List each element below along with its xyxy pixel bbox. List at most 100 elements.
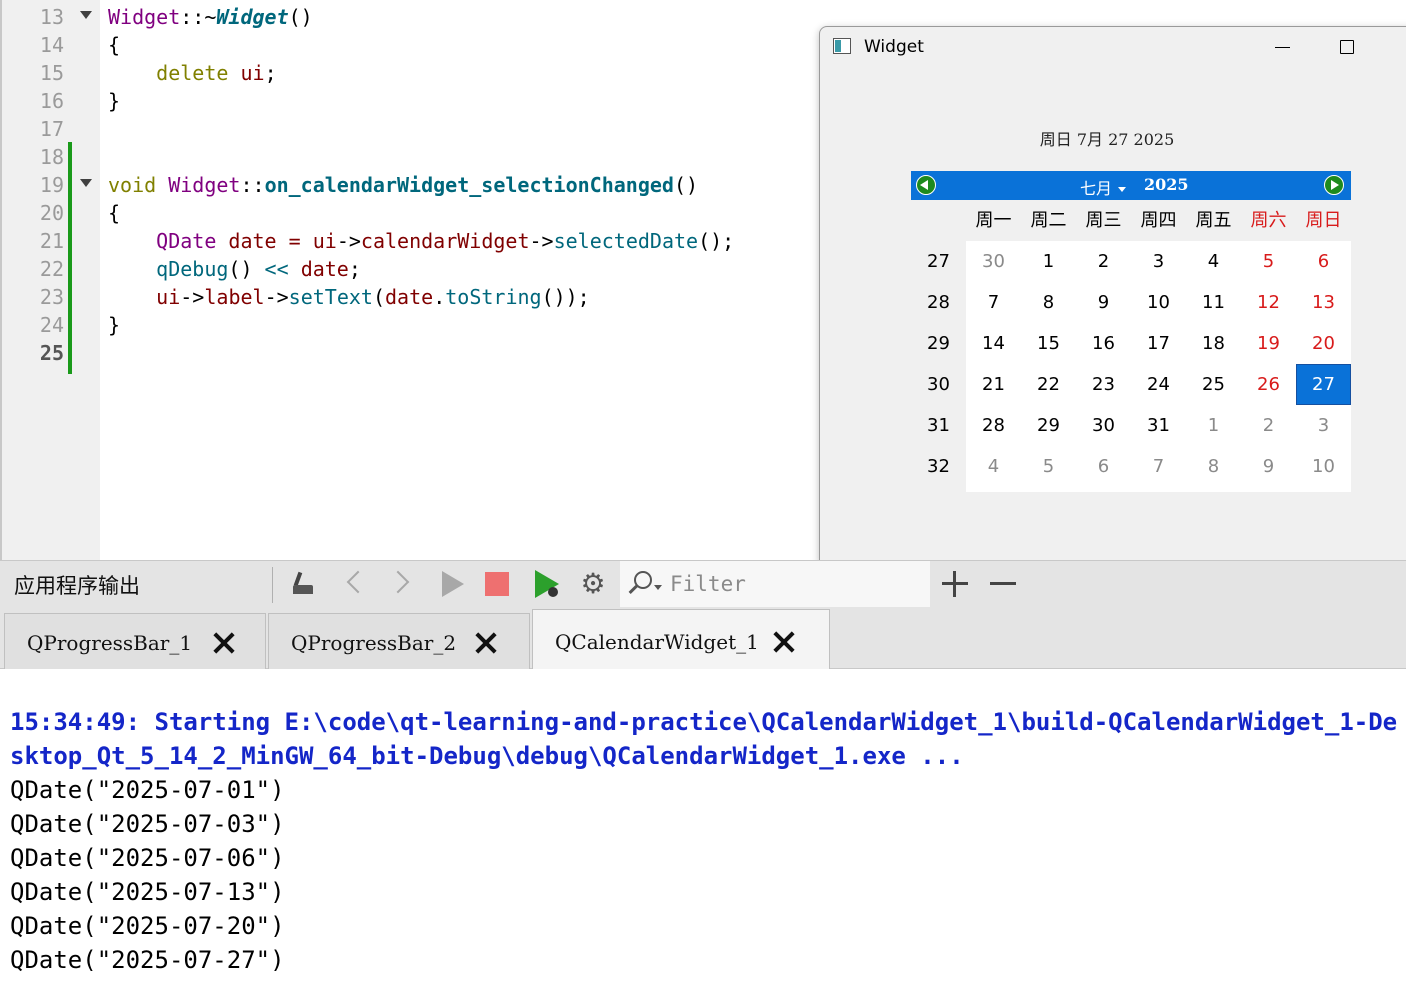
code-token: toString	[445, 285, 542, 309]
fold-arrow-icon[interactable]	[80, 11, 92, 19]
previous-icon[interactable]	[340, 569, 370, 599]
tab-qprogressbar-1[interactable]: QProgressBar_1	[4, 613, 266, 669]
calendar-day[interactable]: 6	[1296, 241, 1351, 282]
calendar-day[interactable]: 15	[1021, 323, 1076, 364]
calendar-day[interactable]: 29	[1021, 405, 1076, 446]
calendar-day[interactable]: 30	[966, 241, 1021, 282]
calendar-day[interactable]: 26	[1241, 364, 1296, 405]
calendar-widget[interactable]: 七月 2025 周一 周二 周三 周四 周五 周六 周日 27 28 29 30 31 32 30 1 2…	[911, 171, 1351, 492]
close-icon[interactable]	[771, 629, 797, 655]
code-line-13[interactable]: Widget::~Widget()	[108, 3, 313, 31]
code-line-19[interactable]: void Widget::on_calendarWidget_selection…	[108, 171, 698, 199]
calendar-day[interactable]: 2	[1076, 241, 1131, 282]
output-line: QDate("2025-07-13")	[10, 878, 285, 906]
calendar-day[interactable]: 14	[966, 323, 1021, 364]
calendar-day[interactable]: 16	[1076, 323, 1131, 364]
code-token: selectedDate	[553, 229, 699, 253]
calendar-day[interactable]: 4	[1186, 241, 1241, 282]
code-line-21[interactable]: QDate date = ui->calendarWidget->selecte…	[108, 227, 734, 255]
application-output[interactable]: 15:34:49: Starting E:\code\qt-learning-a…	[0, 669, 1406, 990]
calendar-day[interactable]: 3	[1296, 405, 1351, 446]
maximize-button[interactable]	[1340, 40, 1354, 54]
calendar-day[interactable]: 12	[1241, 282, 1296, 323]
tab-qcalendarwidget-1[interactable]: QCalendarWidget_1	[532, 609, 830, 669]
calendar-day[interactable]: 5	[1241, 241, 1296, 282]
filter-options-chevron-icon[interactable]	[654, 585, 662, 590]
code-line-20[interactable]: {	[108, 199, 120, 227]
calendar-day[interactable]: 10	[1131, 282, 1186, 323]
clean-icon[interactable]	[290, 569, 320, 599]
calendar-day[interactable]: 24	[1131, 364, 1186, 405]
run-icon[interactable]	[434, 569, 464, 599]
code-token: ->	[529, 229, 554, 253]
calendar-day[interactable]: 9	[1241, 446, 1296, 487]
calendar-day[interactable]: 17	[1131, 323, 1186, 364]
calendar-day[interactable]: 13	[1296, 282, 1351, 323]
tab-qprogressbar-2[interactable]: QProgressBar_2	[268, 613, 530, 669]
calendar-day[interactable]: 23	[1076, 364, 1131, 405]
calendar-day[interactable]: 7	[1131, 446, 1186, 487]
month-selector[interactable]: 七月	[1080, 175, 1112, 199]
calendar-day[interactable]: 2	[1241, 405, 1296, 446]
code-line-15[interactable]: delete ui;	[108, 59, 276, 87]
calendar-day[interactable]: 18	[1186, 323, 1241, 364]
close-icon[interactable]	[473, 630, 499, 656]
calendar-day[interactable]: 9	[1076, 282, 1131, 323]
calendar-day[interactable]: 5	[1021, 446, 1076, 487]
calendar-day[interactable]: 20	[1296, 323, 1351, 364]
zoom-out-icon[interactable]	[988, 569, 1018, 599]
settings-icon[interactable]: ⚙	[578, 569, 608, 599]
chevron-right-icon	[386, 570, 410, 594]
code-line-16[interactable]: }	[108, 87, 120, 115]
stop-icon[interactable]	[482, 569, 512, 599]
code-token: .	[433, 285, 446, 309]
fold-arrow-icon[interactable]	[80, 179, 92, 187]
tab-label: QCalendarWidget_1	[555, 630, 759, 654]
year-selector[interactable]: 2025	[1144, 175, 1189, 194]
calendar-day[interactable]: 1	[1021, 241, 1076, 282]
debug-run-icon[interactable]	[532, 569, 562, 599]
filter-search-icon[interactable]	[634, 571, 652, 589]
calendar-day[interactable]: 25	[1186, 364, 1241, 405]
next-month-arrow-icon[interactable]	[1324, 175, 1344, 195]
calendar-navigation-bar: 七月 2025	[911, 171, 1351, 200]
calendar-day[interactable]: 8	[1021, 282, 1076, 323]
calendar-day[interactable]: 7	[966, 282, 1021, 323]
calendar-day[interactable]: 11	[1186, 282, 1241, 323]
weekday-header: 周四	[1140, 210, 1177, 231]
calendar-day[interactable]: 19	[1241, 323, 1296, 364]
next-icon[interactable]	[386, 569, 418, 599]
calendar-day[interactable]: 31	[1131, 405, 1186, 446]
code-token: Widget	[108, 5, 181, 29]
calendar-day[interactable]: 22	[1021, 364, 1076, 405]
close-icon[interactable]	[211, 630, 237, 656]
calendar-day[interactable]: 6	[1076, 446, 1131, 487]
week-number: 28	[927, 292, 950, 313]
calendar-day[interactable]: 3	[1131, 241, 1186, 282]
code-token: void	[108, 173, 157, 197]
code-line-22[interactable]: qDebug() << date;	[108, 255, 361, 283]
code-line-24[interactable]: }	[108, 311, 120, 339]
code-token: calendarWidget	[360, 229, 530, 253]
calendar-day-selected[interactable]: 27	[1296, 364, 1351, 405]
calendar-day[interactable]: 4	[966, 446, 1021, 487]
code-line-14[interactable]: {	[108, 31, 120, 59]
zoom-in-icon[interactable]	[940, 569, 970, 599]
widget-window[interactable]: Widget 周日 7月 27 2025 七月 2025 周一 周二 周三 周四 周五周…	[819, 26, 1406, 566]
code-line-23[interactable]: ui->label->setText(date.toString());	[108, 283, 590, 311]
calendar-day[interactable]: 10	[1296, 446, 1351, 487]
week-number: 27	[927, 251, 950, 272]
filter-input[interactable]	[670, 569, 920, 599]
calendar-day[interactable]: 30	[1076, 405, 1131, 446]
calendar-day[interactable]: 8	[1186, 446, 1241, 487]
calendar-day[interactable]: 1	[1186, 405, 1241, 446]
previous-month-arrow-icon[interactable]	[916, 175, 936, 195]
calendar-day[interactable]: 21	[966, 364, 1021, 405]
code-token: ;	[348, 257, 361, 281]
minimize-button[interactable]	[1272, 35, 1296, 59]
filter-box[interactable]	[620, 561, 930, 607]
calendar-day[interactable]: 28	[966, 405, 1021, 446]
month-dropdown-chevron-icon[interactable]	[1118, 187, 1126, 192]
